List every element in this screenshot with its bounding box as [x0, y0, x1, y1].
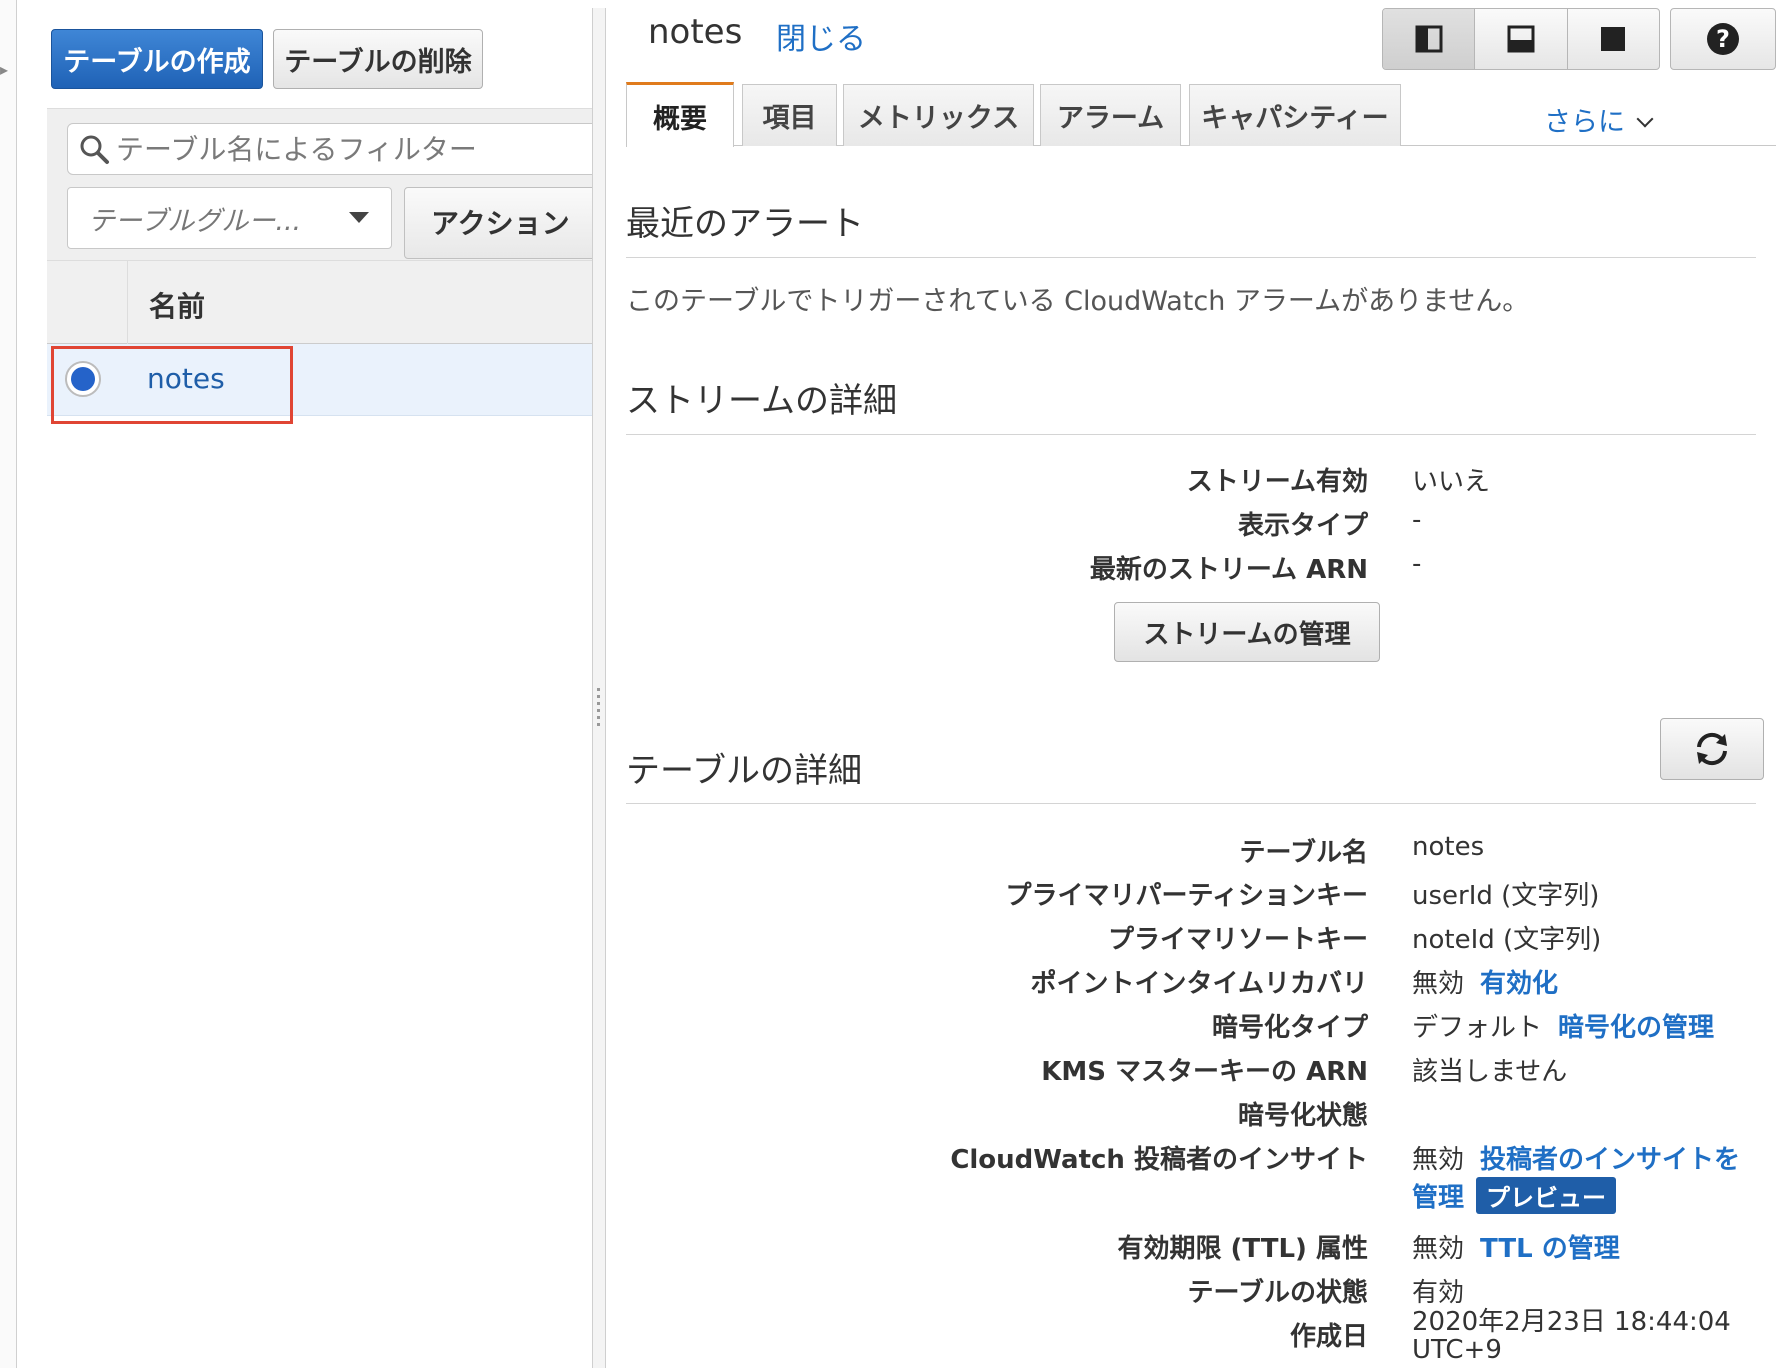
section-title-table-details: テーブルの詳細: [626, 751, 862, 791]
tab-more-label: さらに: [1544, 107, 1625, 138]
no-alarms-message: このテーブルでトリガーされている CloudWatch アラームがありません。: [626, 286, 1530, 317]
table-list-header: 名前: [47, 260, 592, 345]
encryption-type-status: デフォルト: [1412, 1013, 1543, 1043]
question-circle-icon: ?: [1707, 23, 1739, 55]
created-date-label: 作成日: [1289, 1322, 1368, 1352]
tab-capacity[interactable]: キャパシティー: [1189, 84, 1401, 146]
page-title: notes: [648, 12, 743, 52]
latest-stream-arn-value: -: [1412, 549, 1422, 579]
table-filter-search[interactable]: [67, 123, 592, 175]
delete-table-button[interactable]: テーブルの削除: [273, 29, 483, 89]
manage-ttl-link[interactable]: TTL の管理: [1480, 1234, 1620, 1264]
contributor-insights-label: CloudWatch 投稿者のインサイト: [950, 1145, 1368, 1175]
actions-dropdown-button[interactable]: アクション: [404, 187, 592, 259]
created-timezone: UTC+9: [1412, 1335, 1502, 1365]
table-filter-input[interactable]: [116, 132, 556, 166]
pitr-value: 無効 有効化: [1412, 963, 1558, 1000]
help-button[interactable]: ?: [1670, 8, 1776, 70]
partition-key-value: userId (文字列): [1412, 881, 1600, 911]
selection-highlight-box: [51, 346, 293, 424]
table-list-panel: テーブルの作成 テーブルの削除 テーブルグルー... アクション 名前 note…: [17, 0, 592, 1368]
created-date: 2020年2月23日 18:44:04: [1412, 1307, 1731, 1337]
section-title-recent-alerts: 最近のアラート: [626, 204, 864, 244]
splitter-grip-icon[interactable]: [597, 688, 600, 728]
split-horizontal-button[interactable]: [1475, 9, 1568, 69]
split-vertical-button[interactable]: [1383, 9, 1476, 69]
encryption-type-label: 暗号化タイプ: [1211, 1013, 1368, 1043]
pitr-status: 無効: [1412, 969, 1465, 999]
contributor-insights-value-line2: 管理 プレビュー: [1412, 1177, 1617, 1214]
tab-more-dropdown[interactable]: さらに: [1544, 100, 1654, 139]
tab-alarms[interactable]: アラーム: [1040, 84, 1181, 146]
table-status-label: テーブルの状態: [1187, 1278, 1368, 1308]
caret-down-icon: [349, 212, 369, 223]
ttl-value: 無効 TTL の管理: [1412, 1228, 1620, 1265]
latest-stream-arn-label: 最新のストリーム ARN: [1089, 555, 1368, 585]
stream-enabled-value: いいえ: [1412, 467, 1491, 497]
kms-arn-label: KMS マスターキーの ARN: [1041, 1057, 1368, 1087]
column-header-name[interactable]: 名前: [149, 285, 205, 325]
preview-badge: プレビュー: [1476, 1177, 1617, 1214]
split-vertical-icon: [1415, 25, 1443, 53]
sort-key-label: プライマリソートキー: [1107, 925, 1368, 955]
collapsed-nav-strip[interactable]: ▸: [0, 0, 17, 1368]
full-panel-button[interactable]: [1568, 9, 1659, 69]
expand-arrow-icon[interactable]: ▸: [0, 60, 8, 79]
manage-contributor-insights-link-cont[interactable]: 管理: [1412, 1183, 1464, 1213]
enable-pitr-link[interactable]: 有効化: [1480, 969, 1558, 999]
partition-key-label: プライマリパーティションキー: [1005, 881, 1368, 911]
full-panel-icon: [1601, 27, 1626, 51]
close-link[interactable]: 閉じる: [776, 14, 866, 58]
contributor-insights-status: 無効: [1412, 1145, 1465, 1175]
section-title-stream-details: ストリームの詳細: [626, 381, 897, 421]
svg-text:?: ?: [1716, 25, 1730, 53]
encryption-status-label: 暗号化状態: [1237, 1101, 1368, 1131]
ttl-status: 無効: [1412, 1234, 1465, 1264]
manage-encryption-link[interactable]: 暗号化の管理: [1558, 1013, 1714, 1043]
refresh-icon: [1697, 732, 1727, 766]
tab-items[interactable]: 項目: [742, 84, 837, 146]
detail-tabs: 概要 項目 メトリックス アラーム キャパシティー さらに: [626, 82, 1776, 147]
manage-contributor-insights-link[interactable]: 投稿者のインサイトを: [1480, 1145, 1740, 1175]
ttl-label: 有効期限 (TTL) 属性: [1117, 1234, 1368, 1264]
filter-toolbar: テーブルグルー... アクション: [47, 108, 592, 260]
split-horizontal-icon: [1507, 25, 1535, 53]
kms-arn-value: 該当しません: [1412, 1057, 1568, 1087]
stream-enabled-label: ストリーム有効: [1186, 467, 1368, 497]
sort-key-value: noteId (文字列): [1412, 925, 1602, 955]
encryption-type-value: デフォルト 暗号化の管理: [1412, 1007, 1714, 1044]
search-icon: [80, 135, 109, 164]
table-name-value: notes: [1412, 832, 1485, 862]
table-status-value: 有効: [1412, 1278, 1465, 1308]
view-type-value: -: [1412, 505, 1422, 535]
contributor-insights-value: 無効 投稿者のインサイトを: [1412, 1139, 1740, 1176]
create-table-button[interactable]: テーブルの作成: [51, 29, 263, 89]
view-type-label: 表示タイプ: [1237, 511, 1368, 541]
manage-stream-button[interactable]: ストリームの管理: [1114, 602, 1380, 662]
table-group-select[interactable]: テーブルグルー...: [67, 187, 392, 249]
created-date-value: 2020年2月23日 18:44:04 UTC+9: [1412, 1308, 1731, 1364]
layout-toggle-group: [1382, 8, 1660, 70]
tab-metrics[interactable]: メトリックス: [843, 84, 1034, 146]
pitr-label: ポイントインタイムリカバリ: [1030, 969, 1368, 999]
panel-splitter[interactable]: [592, 8, 606, 1368]
tab-overview[interactable]: 概要: [626, 82, 734, 147]
chevron-down-icon: [1636, 110, 1654, 128]
table-group-value: テーブルグルー...: [88, 205, 302, 237]
table-name-label: テーブル名: [1239, 838, 1368, 868]
table-detail-panel: notes 閉じる ? 概要 項目 メトリックス アラーム キャパシティー さら…: [606, 0, 1788, 1368]
refresh-button[interactable]: [1660, 718, 1764, 780]
